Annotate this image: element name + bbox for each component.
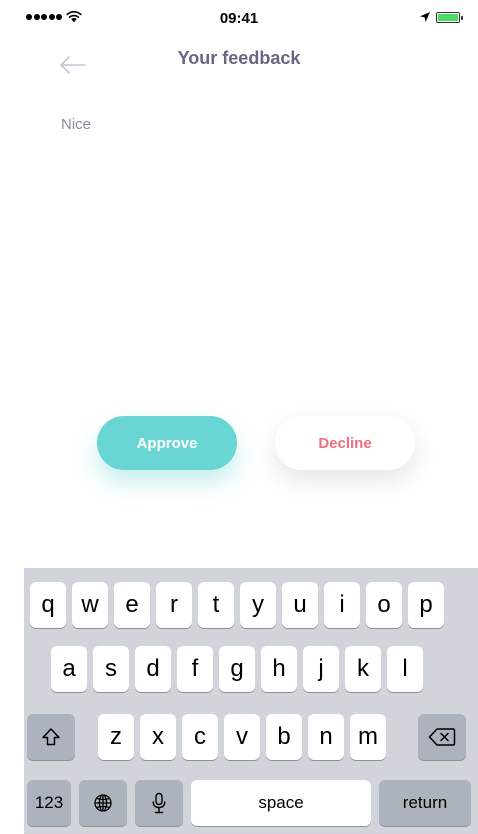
key-h[interactable]: h bbox=[261, 646, 297, 692]
key-p[interactable]: p bbox=[408, 582, 444, 628]
key-n[interactable]: n bbox=[308, 714, 344, 760]
key-e[interactable]: e bbox=[114, 582, 150, 628]
key-u[interactable]: u bbox=[282, 582, 318, 628]
backspace-key[interactable] bbox=[418, 714, 466, 760]
key-b[interactable]: b bbox=[266, 714, 302, 760]
key-r[interactable]: r bbox=[156, 582, 192, 628]
key-y[interactable]: y bbox=[240, 582, 276, 628]
globe-key[interactable] bbox=[79, 780, 127, 826]
key-c[interactable]: c bbox=[182, 714, 218, 760]
key-w[interactable]: w bbox=[72, 582, 108, 628]
key-x[interactable]: x bbox=[140, 714, 176, 760]
battery-icon bbox=[436, 12, 463, 23]
numbers-key[interactable]: 123 bbox=[27, 780, 71, 826]
key-a[interactable]: a bbox=[51, 646, 87, 692]
microphone-icon bbox=[152, 792, 166, 814]
key-j[interactable]: j bbox=[303, 646, 339, 692]
key-l[interactable]: l bbox=[387, 646, 423, 692]
key-g[interactable]: g bbox=[219, 646, 255, 692]
status-time: 09:41 bbox=[219, 10, 259, 27]
approve-button[interactable]: Approve bbox=[97, 416, 237, 470]
page-title: Your feedback bbox=[177, 48, 301, 68]
globe-icon bbox=[94, 794, 112, 812]
key-v[interactable]: v bbox=[224, 714, 260, 760]
microphone-key[interactable] bbox=[135, 780, 183, 826]
location-icon bbox=[420, 12, 430, 22]
backspace-icon bbox=[428, 728, 456, 746]
key-m[interactable]: m bbox=[350, 714, 386, 760]
key-z[interactable]: z bbox=[98, 714, 134, 760]
shift-key[interactable] bbox=[27, 714, 75, 760]
return-key[interactable]: return bbox=[379, 780, 471, 826]
key-i[interactable]: i bbox=[324, 582, 360, 628]
status-bar: 09:41 bbox=[0, 0, 478, 40]
feedback-text-input[interactable]: Nice bbox=[61, 116, 91, 133]
key-f[interactable]: f bbox=[177, 646, 213, 692]
key-d[interactable]: d bbox=[135, 646, 171, 692]
space-key[interactable]: space bbox=[191, 780, 371, 826]
key-o[interactable]: o bbox=[366, 582, 402, 628]
decline-button[interactable]: Decline bbox=[275, 416, 415, 470]
keyboard: q w e r t y u i o p a s d f g h j k l z … bbox=[24, 568, 478, 834]
shift-icon bbox=[42, 728, 60, 746]
key-q[interactable]: q bbox=[30, 582, 66, 628]
key-s[interactable]: s bbox=[93, 646, 129, 692]
key-t[interactable]: t bbox=[198, 582, 234, 628]
key-k[interactable]: k bbox=[345, 646, 381, 692]
